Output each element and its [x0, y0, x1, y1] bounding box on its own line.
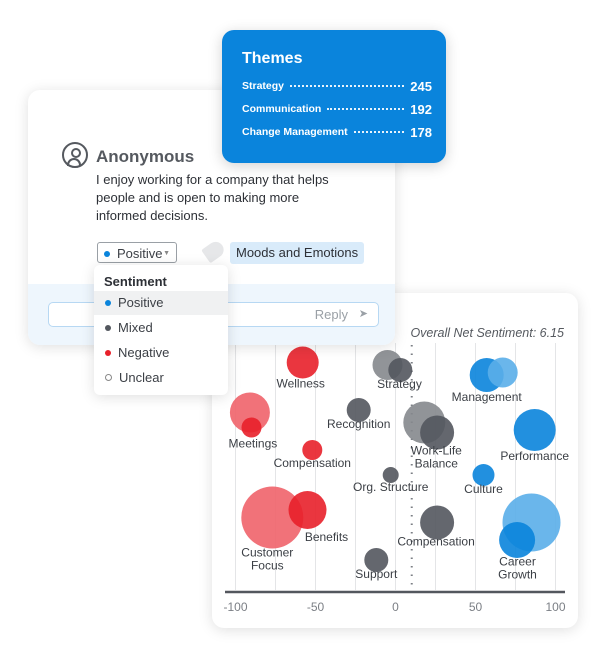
mixed-dot-icon: [105, 324, 111, 331]
x-tick-label: -100: [223, 600, 247, 614]
bubble-label: Meetings: [229, 437, 278, 451]
theme-label: Change Management: [242, 126, 348, 138]
option-label: Negative: [118, 345, 170, 360]
sentiment-select[interactable]: Positive ▼: [97, 242, 177, 263]
reply-placeholder: Reply: [314, 307, 348, 322]
bubble[interactable]: [286, 346, 319, 379]
option-mixed[interactable]: Mixed: [94, 316, 228, 340]
option-label: Unclear: [119, 370, 164, 385]
bubble-label: Culture: [464, 482, 503, 496]
option-unclear[interactable]: Unclear: [94, 366, 228, 390]
theme-count: 245: [410, 78, 432, 94]
send-icon[interactable]: ➤: [359, 307, 368, 320]
user-avatar-icon: [62, 142, 88, 168]
dropdown-title: Sentiment: [104, 274, 167, 289]
option-negative[interactable]: Negative: [94, 341, 228, 365]
option-positive[interactable]: Positive: [94, 291, 228, 315]
bubble-label: Benefits: [305, 530, 348, 544]
bubble[interactable]: [288, 491, 327, 529]
theme-row[interactable]: Strategy 245: [242, 78, 432, 94]
positive-dot-icon: [105, 299, 111, 306]
bubble-label: Support: [355, 567, 398, 581]
bubble-label: Compensation: [397, 535, 474, 549]
theme-row[interactable]: Change Management 178: [242, 124, 432, 140]
bubble-label: Wellness: [276, 377, 324, 391]
bubble[interactable]: [487, 357, 518, 388]
bubble-label: Customer Focus: [241, 546, 293, 573]
comment-author: Anonymous: [96, 147, 195, 166]
bubble-label: Recognition: [327, 417, 390, 431]
tag-icon: [201, 238, 227, 264]
x-tick-label: -50: [307, 600, 325, 614]
theme-row[interactable]: Communication 192: [242, 101, 432, 117]
x-tick-label: 0: [392, 600, 399, 614]
bubble[interactable]: [499, 522, 536, 558]
bubble-label: Career Growth: [498, 555, 537, 582]
caret-down-icon: ▼: [163, 250, 170, 257]
sentiment-dropdown-menu: Sentiment Positive Mixed Negative Unclea…: [94, 265, 228, 395]
bubble-label: Org. Structure: [353, 480, 429, 494]
theme-label: Communication: [242, 103, 322, 115]
theme-count: 178: [410, 124, 432, 140]
option-label: Mixed: [118, 320, 153, 335]
theme-tag[interactable]: Moods and Emotions: [230, 242, 365, 264]
theme-label: Strategy: [242, 80, 285, 92]
comment-text: I enjoy working for a company that helps…: [96, 172, 329, 223]
x-tick-label: 50: [469, 600, 483, 614]
unclear-circle-icon: [105, 374, 112, 382]
x-tick-label: 100: [545, 600, 565, 614]
negative-dot-icon: [105, 349, 111, 356]
themes-title: Themes: [242, 50, 303, 67]
net-sentiment-annotation: Overall Net Sentiment: 6.15: [410, 326, 564, 340]
bubble[interactable]: [513, 409, 556, 451]
bubble-label: Compensation: [274, 456, 351, 470]
bubble-label: Management: [452, 390, 523, 404]
option-label: Positive: [118, 295, 164, 310]
themes-panel: Themes Strategy 245 Communication 192 Chan…: [222, 30, 446, 163]
theme-count: 192: [410, 101, 432, 117]
bubble-label: Performance: [500, 449, 569, 463]
bubble-label: Strategy: [377, 377, 422, 391]
positive-dot-icon: [104, 250, 110, 257]
sentiment-select-value: Positive: [117, 246, 163, 261]
bubble[interactable]: [241, 417, 262, 438]
bubble-label: Work-Life Balance: [411, 444, 462, 471]
